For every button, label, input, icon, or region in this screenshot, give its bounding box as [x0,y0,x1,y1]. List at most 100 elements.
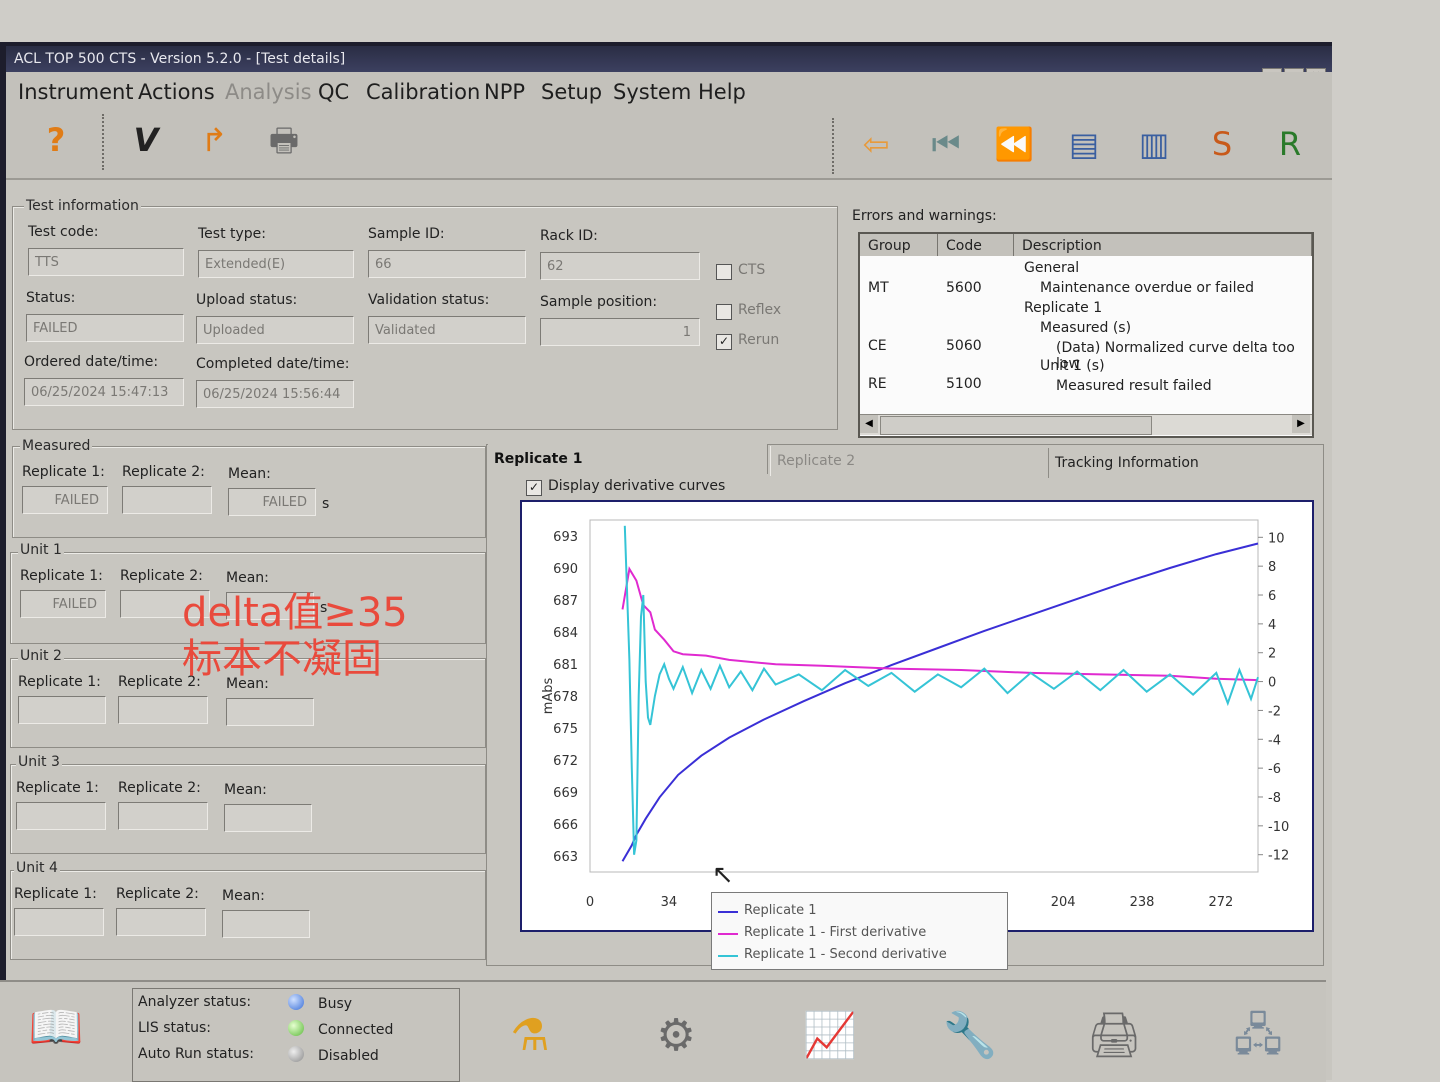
unit2-label: Unit 2 [18,648,64,664]
cts-checkbox[interactable] [716,264,732,280]
autorun-status-value: Disabled [318,1048,379,1064]
consumables-icon[interactable]: ⚙ [646,1006,706,1066]
y2-tick-label: 0 [1268,676,1276,691]
upload-status-field[interactable]: Uploaded [196,316,354,344]
test-type-field[interactable]: Extended(E) [198,250,354,278]
sample-id-field[interactable]: 66 [368,250,526,278]
scroll-thumb[interactable] [880,416,1152,435]
analyzer-status-label: Analyzer status: [138,994,252,1010]
completed-datetime-field[interactable]: 06/25/2024 15:56:44 [196,380,354,408]
report-icon[interactable]: ▤ [1064,124,1104,164]
measured-mean-field[interactable]: FAILED [228,488,316,516]
status-field[interactable]: FAILED [26,314,184,342]
errors-header-code[interactable]: Code [938,234,1014,256]
menu-system[interactable]: System [613,80,691,104]
error-row-group: MT [868,280,889,296]
measured-rep1-field[interactable]: FAILED [22,486,108,514]
rerun-label: Rerun [738,332,780,348]
legend-first-derivative: Replicate 1 - First derivative [744,925,927,940]
maintenance-tools-icon[interactable]: 🔧 [940,1006,1000,1066]
x-tick-label: 204 [1051,895,1076,910]
validation-status-field[interactable]: Validated [368,316,526,344]
unit1-label: Unit 1 [18,542,64,558]
unit2-rep2-field[interactable] [118,696,208,724]
y-tick-label: 681 [553,658,578,673]
menu-calibration[interactable]: Calibration [366,80,480,104]
test-code-field[interactable]: TTS [28,248,184,276]
help-icon[interactable]: ? [36,120,76,160]
rerun-checkbox[interactable]: ✓ [716,334,732,350]
analyzer-status-value: Busy [318,996,353,1012]
display-derivative-label: Display derivative curves [548,478,726,494]
validate-icon[interactable]: V [126,120,166,160]
errors-title: Errors and warnings: [852,208,997,224]
unit4-mean-field[interactable] [222,910,310,938]
lis-status-value: Connected [318,1022,394,1038]
menu-analysis[interactable]: Analysis [225,80,312,104]
measured-mean-label: Mean: [228,466,271,482]
scroll-right-icon[interactable]: ▶ [1292,415,1310,433]
report-list-icon[interactable]: ▥ [1134,124,1174,164]
cts-label: CTS [738,262,766,278]
printer-status-icon[interactable]: 🖨 [1084,1006,1144,1066]
print-icon[interactable]: 🖶 [264,120,304,160]
y-tick-label: 684 [553,626,578,641]
sample-icon[interactable]: S [1202,124,1242,164]
measured-rep2-field[interactable] [122,486,212,514]
unit3-rep1-field[interactable] [16,802,106,830]
rerun-arrow-icon[interactable]: ↱ [194,120,234,160]
ordered-datetime-field[interactable]: 06/25/2024 15:47:13 [24,378,184,406]
unit4-rep2-field[interactable] [116,908,206,936]
y2-tick-label: 4 [1268,618,1276,633]
menu-setup[interactable]: Setup [541,80,602,104]
unit4-rep1-field[interactable] [14,908,104,936]
errors-header-description[interactable]: Description [1014,234,1312,256]
y2-tick-label: -2 [1268,704,1281,719]
tab-tracking-information[interactable]: Tracking Information [1048,448,1318,478]
y2-tick-label: -6 [1268,762,1281,777]
sample-position-field[interactable]: 1 [540,318,700,346]
validation-status-label: Validation status: [368,292,490,308]
x-tick-label: 238 [1130,895,1155,910]
toolbar: ? V ↱ 🖶 ⇦ ⏮ ⏪ ▤ ▥ S R [6,108,1332,180]
y2-tick-label: 10 [1268,531,1285,546]
reflex-checkbox[interactable] [716,304,732,320]
unit3-mean-field[interactable] [224,804,312,832]
unit1-rep2-label: Replicate 2: [120,568,203,584]
lis-status-label: LIS status: [138,1020,212,1036]
menu-help[interactable]: Help [698,80,746,104]
mouse-cursor-icon: ↖ [712,860,734,890]
menu-bar: Instrument Actions Analysis QC Calibrati… [6,72,1332,108]
display-derivative-checkbox[interactable]: ✓ [526,480,542,496]
rack-id-field[interactable]: 62 [540,252,700,280]
tab-replicate-1[interactable]: Replicate 1 [488,444,768,474]
window-title: ACL TOP 500 CTS - Version 5.2.0 - [Test … [14,51,346,67]
previous-record-icon[interactable]: ⏪ [994,124,1034,164]
menu-instrument[interactable]: Instrument [18,80,134,104]
manual-book-icon[interactable]: 📖 [26,998,86,1058]
unit1-rep1-field[interactable]: FAILED [20,590,106,618]
first-record-icon[interactable]: ⏮ [926,124,966,164]
reflex-label: Reflex [738,302,782,318]
menu-qc[interactable]: QC [318,80,349,104]
tab-replicate-2[interactable]: Replicate 2 [770,446,1046,476]
y-tick-label: 672 [553,754,578,769]
errors-header-group[interactable]: Group [860,234,938,256]
reagents-icon[interactable]: ⚗ [500,1006,560,1066]
network-icon[interactable]: 🖧 [1228,1006,1288,1066]
back-arrow-icon[interactable]: ⇦ [856,124,896,164]
scroll-left-icon[interactable]: ◀ [860,415,878,433]
toolbar-separator [102,114,107,170]
rack-icon[interactable]: R [1270,124,1310,164]
unit2-rep1-field[interactable] [18,696,106,724]
unit3-rep2-field[interactable] [118,802,208,830]
menu-actions[interactable]: Actions [138,80,215,104]
series-line-1 [621,542,1259,862]
busy-indicator-icon [288,994,304,1010]
y-tick-label: 675 [553,722,578,737]
unit4-mean-label: Mean: [222,888,265,904]
unit2-mean-field[interactable] [226,698,314,726]
qc-chart-icon[interactable]: 📈 [800,1006,860,1066]
menu-npp[interactable]: NPP [484,80,525,104]
errors-horizontal-scrollbar[interactable]: ◀ ▶ [860,414,1312,435]
